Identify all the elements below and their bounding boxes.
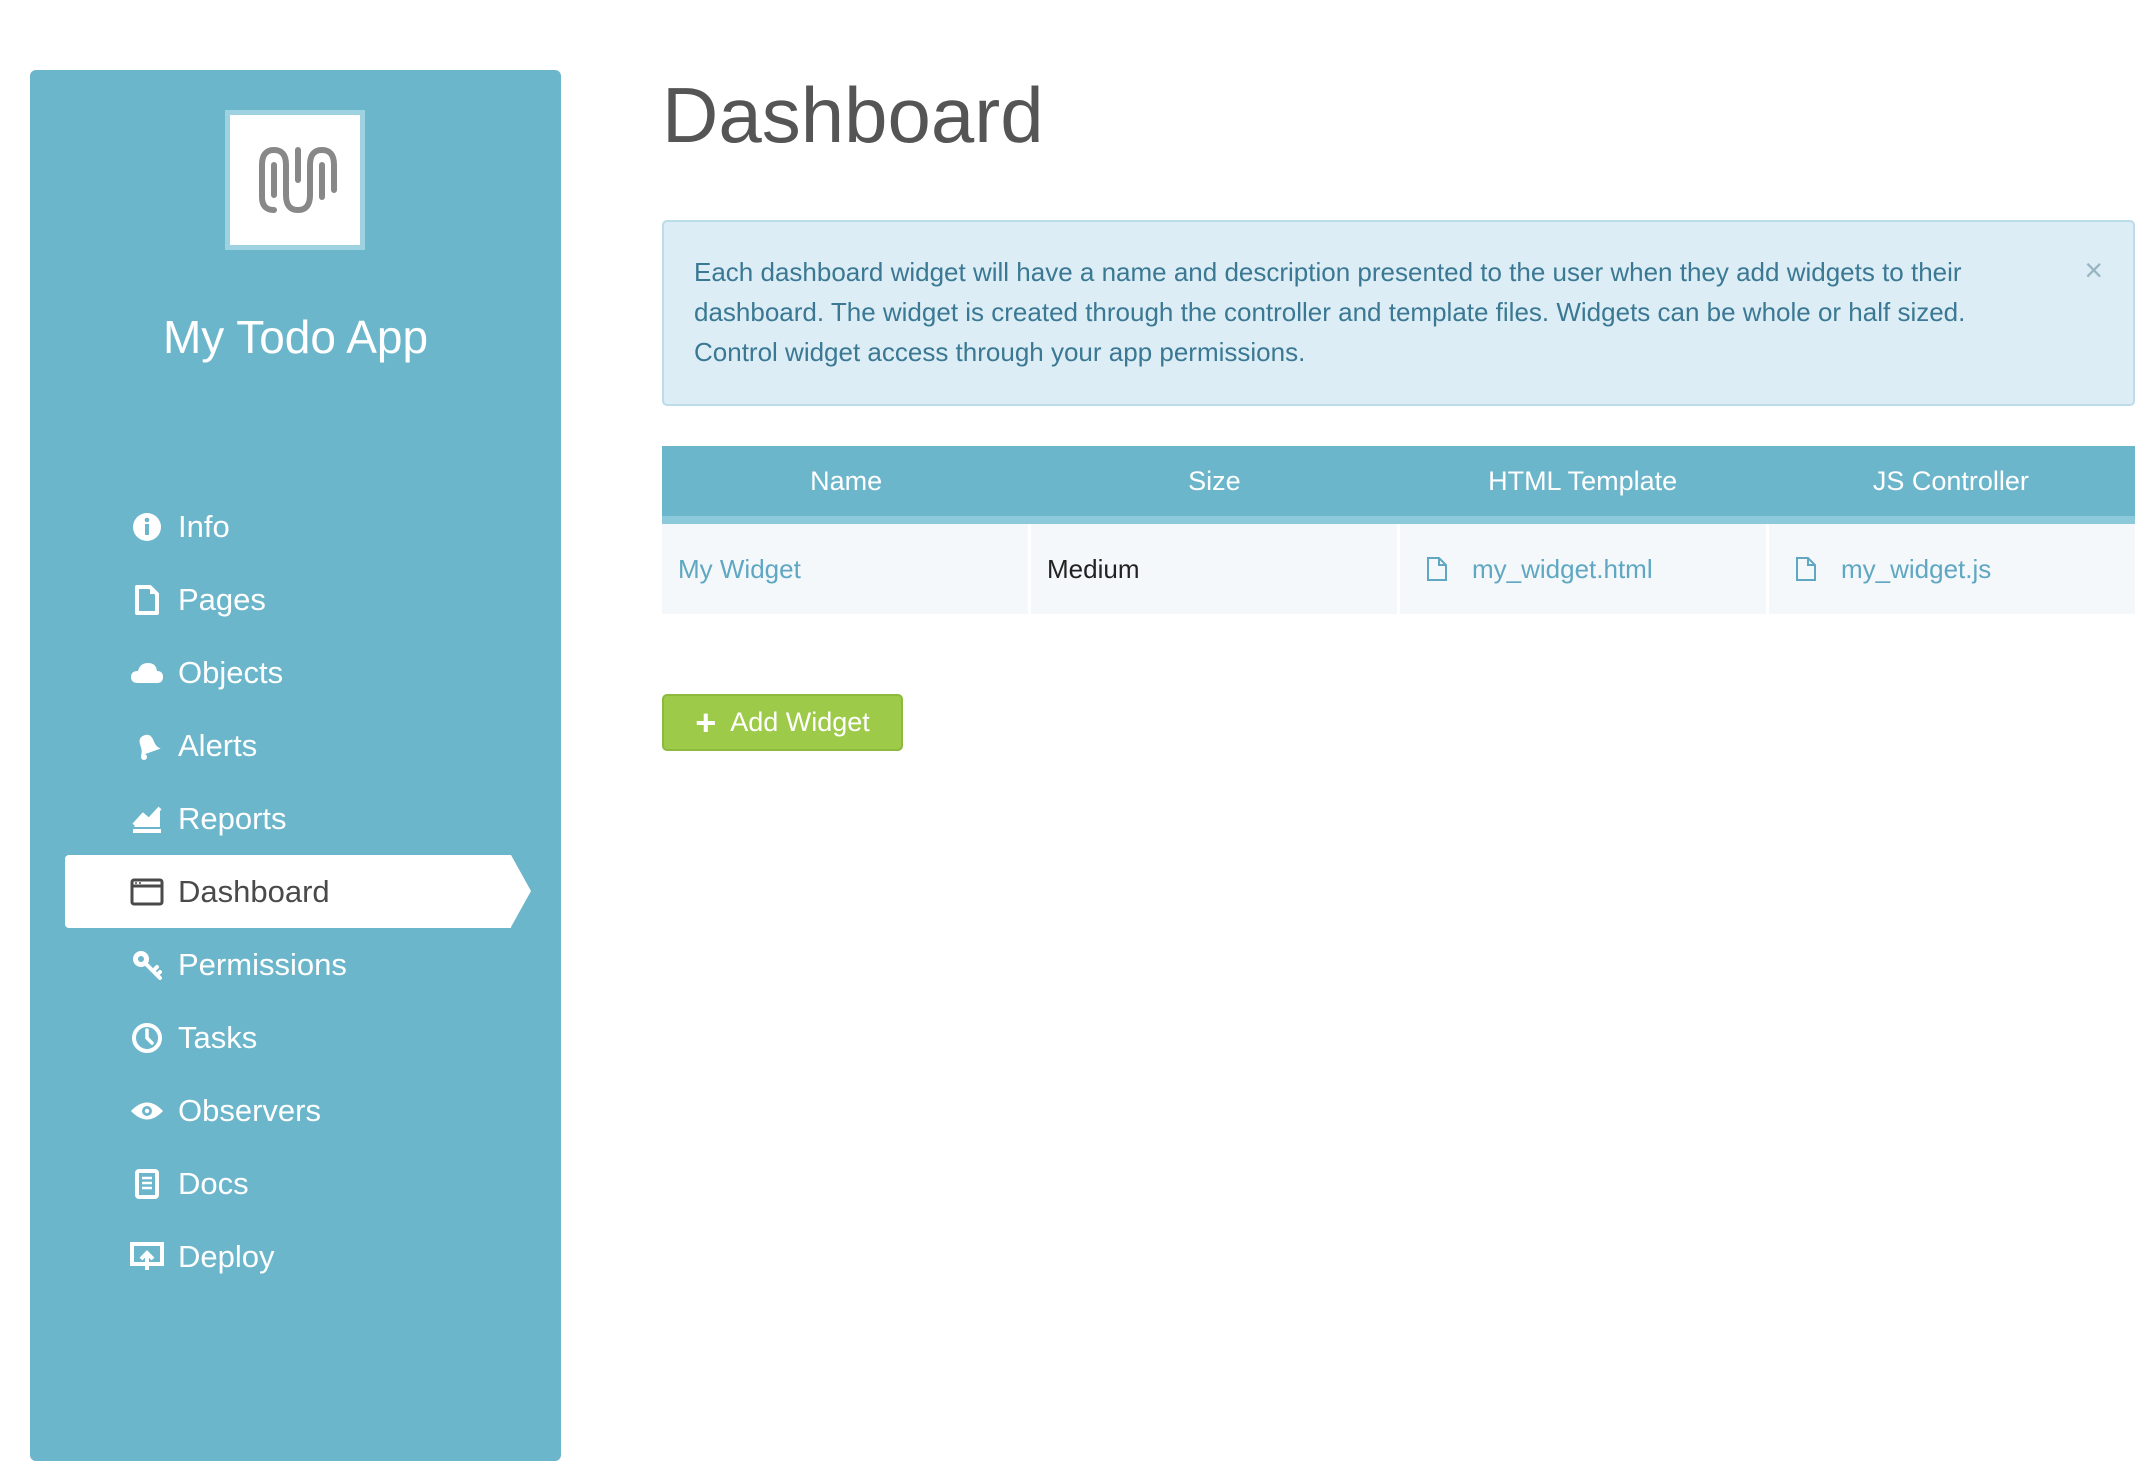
sidebar-item-label: Alerts bbox=[178, 727, 258, 763]
column-header-name: Name bbox=[810, 465, 883, 496]
info-alert: Each dashboard widget will have a name a… bbox=[662, 220, 2135, 406]
column-header-js-controller: JS Controller bbox=[1872, 465, 2029, 496]
sidebar-item-label: Permissions bbox=[178, 946, 347, 982]
sidebar-item-dashboard[interactable]: Dashboard bbox=[65, 855, 531, 928]
sidebar-item-objects[interactable]: Objects bbox=[30, 636, 561, 709]
sidebar: My Todo App Info Pages Objects Alerts Re… bbox=[30, 70, 561, 1461]
js-controller-filename: my_widget.js bbox=[1841, 553, 1992, 584]
sidebar-item-label: Pages bbox=[178, 581, 266, 617]
widget-name-link[interactable]: My Widget bbox=[662, 524, 1028, 614]
clock-icon bbox=[130, 1021, 164, 1055]
html-template-link[interactable]: my_widget.html bbox=[1400, 524, 1766, 614]
column-header-html-template: HTML Template bbox=[1488, 465, 1678, 496]
column-header-size: Size bbox=[1188, 465, 1241, 496]
page-icon bbox=[130, 583, 164, 617]
sidebar-item-permissions[interactable]: Permissions bbox=[30, 928, 561, 1001]
table-row: My Widget Medium my_widget.html my_widge… bbox=[662, 524, 2135, 614]
sidebar-nav: Info Pages Objects Alerts Reports Dashbo… bbox=[30, 490, 561, 1293]
sidebar-item-label: Tasks bbox=[178, 1019, 258, 1055]
js-controller-link[interactable]: my_widget.js bbox=[1769, 524, 2135, 614]
info-icon bbox=[130, 510, 164, 544]
page-title: Dashboard bbox=[662, 71, 1044, 159]
html-template-filename: my_widget.html bbox=[1472, 553, 1653, 584]
sidebar-item-pages[interactable]: Pages bbox=[30, 563, 561, 636]
sidebar-item-label: Deploy bbox=[178, 1238, 275, 1274]
app-logo bbox=[225, 110, 365, 250]
logo-icon bbox=[259, 146, 337, 214]
sidebar-item-observers[interactable]: Observers bbox=[30, 1074, 561, 1147]
sidebar-item-docs[interactable]: Docs bbox=[30, 1147, 561, 1220]
sidebar-item-reports[interactable]: Reports bbox=[30, 782, 561, 855]
sidebar-item-alerts[interactable]: Alerts bbox=[30, 709, 561, 782]
sidebar-item-label: Reports bbox=[178, 800, 287, 836]
bell-icon bbox=[130, 729, 164, 763]
deploy-icon bbox=[130, 1240, 164, 1274]
widgets-table: Name Size HTML Template JS Controller My… bbox=[662, 446, 2135, 614]
key-icon bbox=[130, 948, 164, 982]
add-widget-label: Add Widget bbox=[730, 707, 870, 737]
alert-text: Each dashboard widget will have a name a… bbox=[694, 257, 1966, 367]
sidebar-item-label: Observers bbox=[178, 1092, 321, 1128]
cloud-icon bbox=[130, 656, 164, 690]
dashboard-icon bbox=[130, 875, 164, 909]
app-title: My Todo App bbox=[162, 311, 429, 363]
plus-icon: + bbox=[695, 701, 717, 743]
doc-icon bbox=[130, 1167, 164, 1201]
widget-size: Medium bbox=[1031, 524, 1397, 614]
file-icon bbox=[1426, 556, 1448, 582]
add-widget-button[interactable]: + Add Widget bbox=[662, 694, 903, 751]
sidebar-item-tasks[interactable]: Tasks bbox=[30, 1001, 561, 1074]
sidebar-item-deploy[interactable]: Deploy bbox=[30, 1220, 561, 1293]
sidebar-item-label: Docs bbox=[178, 1165, 249, 1201]
sidebar-item-label: Objects bbox=[178, 654, 284, 690]
close-icon[interactable]: × bbox=[2084, 250, 2103, 290]
sidebar-item-label: Dashboard bbox=[178, 873, 330, 909]
file-icon bbox=[1795, 556, 1817, 582]
sidebar-item-label: Info bbox=[178, 508, 230, 544]
sidebar-item-info[interactable]: Info bbox=[30, 490, 561, 563]
eye-icon bbox=[130, 1094, 164, 1128]
chart-icon bbox=[130, 802, 164, 836]
table-header: Name Size HTML Template JS Controller bbox=[662, 446, 2135, 524]
